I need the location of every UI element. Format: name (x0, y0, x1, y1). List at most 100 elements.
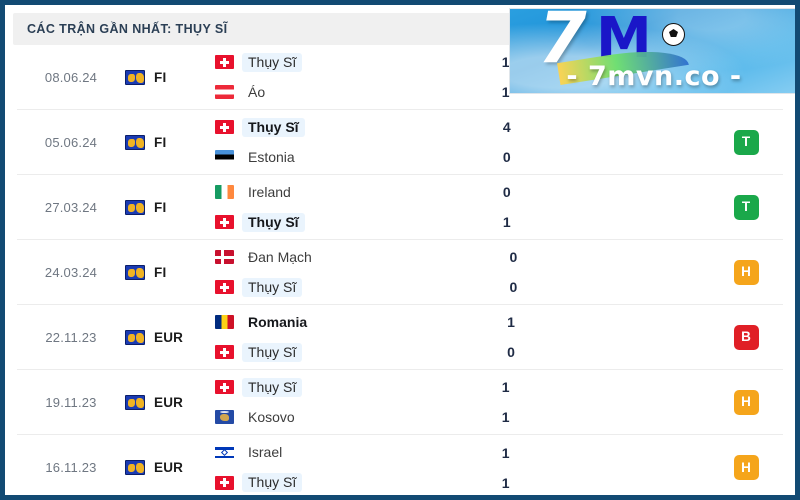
score-cell: 11 (446, 443, 566, 493)
away-team-name: Kosovo (248, 408, 295, 425)
teams-cell: Thụy Sĩ Áo (207, 52, 446, 102)
home-score: 0 (502, 184, 511, 200)
home-team-name: Thụy Sĩ (242, 117, 305, 137)
competition-label: EUR (154, 394, 184, 410)
match-date: 19.11.23 (45, 394, 97, 410)
flag-icon-ee (215, 150, 234, 164)
home-score: 1 (501, 444, 510, 461)
competition-cell[interactable]: EUR (125, 329, 207, 345)
teams-cell: Thụy Sĩ Estonia (207, 117, 447, 167)
home-team[interactable]: Israel (215, 443, 446, 463)
teams-cell: Israel Thụy Sĩ (207, 443, 446, 493)
result-cell: T (709, 194, 783, 220)
away-team-name: Estonia (248, 148, 295, 165)
home-team[interactable]: Ireland (215, 182, 447, 202)
world-map-icon (125, 460, 145, 475)
away-team-name: Thụy Sĩ (242, 473, 303, 492)
competition-label: EUR (154, 329, 184, 345)
home-team[interactable]: Thụy Sĩ (215, 377, 446, 397)
away-team[interactable]: Thụy Sĩ (215, 212, 447, 232)
competition-cell[interactable]: EUR (125, 460, 207, 475)
away-team[interactable]: Áo (215, 82, 446, 102)
world-map-icon (125, 134, 145, 150)
status-badge: H (733, 455, 759, 480)
status-badge: B (733, 324, 759, 350)
flag-icon-ro (215, 315, 234, 329)
match-date: 27.03.24 (44, 199, 98, 215)
score-cell: 00 (453, 247, 573, 297)
flag-icon-ch (215, 120, 234, 134)
teams-cell: Thụy Sĩ Kosovo (207, 377, 446, 427)
world-map-icon (125, 69, 145, 85)
table-row[interactable]: 16.11.23 EUR Israel Thụy Sĩ 1 1 H (17, 435, 783, 495)
home-score: 1 (507, 314, 515, 330)
flag-icon-ch (215, 55, 234, 69)
flag-icon-ch (215, 280, 234, 294)
away-team-name: Áo (248, 83, 266, 100)
competition-label: FI (154, 199, 167, 215)
result-cell: H (709, 389, 783, 415)
world-map-icon (125, 264, 145, 280)
home-team[interactable]: Romania (215, 312, 451, 332)
flag-icon-xk (215, 410, 234, 424)
away-team[interactable]: Thụy Sĩ (215, 277, 453, 297)
away-team[interactable]: Estonia (215, 147, 447, 167)
score-cell: 01 (447, 182, 567, 232)
competition-cell[interactable]: FI (125, 199, 207, 215)
away-team[interactable]: Thụy Sĩ (215, 342, 451, 362)
home-team[interactable]: Đan Mạch (215, 247, 453, 267)
competition-label: FI (154, 69, 167, 85)
competition-cell[interactable]: FI (125, 264, 207, 280)
home-score: 1 (501, 379, 510, 395)
flag-icon-ch (215, 215, 234, 229)
flag-icon-il (215, 445, 234, 460)
away-score: 1 (502, 214, 511, 230)
flag-icon-ch (215, 345, 234, 359)
competition-label: FI (154, 134, 167, 150)
teams-cell: Đan Mạch Thụy Sĩ (207, 247, 453, 297)
panel: CÁC TRẬN GẦN NHẤT: THỤY SĨ 08.06.24 FI Thụ… (5, 5, 795, 495)
away-score: 1 (501, 474, 510, 491)
away-team[interactable]: Thụy Sĩ (215, 473, 446, 493)
table-row[interactable]: 24.03.24 FI Đan Mạch Thụy Sĩ 0 0 H (17, 240, 783, 305)
competition-cell[interactable]: FI (125, 69, 207, 85)
table-row[interactable]: 22.11.23 EUR Romania Thụy Sĩ 1 0 B (17, 305, 783, 370)
score-cell: 11 (446, 377, 566, 427)
home-score: 0 (509, 249, 518, 265)
match-list: 08.06.24FIThụy SĩÁo11H05.06.24FIThụy SĩE… (5, 45, 795, 495)
watermark-url: - 7mvn.co - (566, 61, 742, 92)
flag-icon-at (215, 85, 234, 99)
table-row[interactable]: 05.06.24 FI Thụy Sĩ Estonia 4 0 T (17, 110, 783, 175)
match-date: 05.06.24 (44, 134, 98, 150)
home-team[interactable]: Thụy Sĩ (215, 52, 446, 72)
table-row[interactable]: 19.11.23 EUR Thụy Sĩ Kosovo 1 1 H (17, 370, 783, 435)
flag-icon-ie (215, 185, 234, 199)
match-date: 24.03.24 (44, 264, 98, 280)
home-team-name: Đan Mạch (248, 248, 312, 265)
away-team-name: Thụy Sĩ (242, 342, 303, 362)
recent-matches-widget: CÁC TRẬN GẦN NHẤT: THỤY SĨ 08.06.24 FI Thụ… (0, 0, 800, 500)
table-row[interactable]: 27.03.24 FI Ireland Thụy Sĩ 0 1 T (17, 175, 783, 240)
match-date: 08.06.24 (44, 69, 98, 85)
home-team[interactable]: Thụy Sĩ (215, 117, 447, 137)
away-team-name: Thụy Sĩ (242, 212, 305, 232)
world-map-icon (125, 394, 145, 410)
teams-cell: Romania Thụy Sĩ (207, 312, 451, 362)
result-cell: H (709, 259, 783, 285)
competition-cell[interactable]: FI (125, 134, 207, 150)
away-team[interactable]: Kosovo (215, 407, 446, 427)
home-team-name: Ireland (248, 183, 291, 200)
teams-cell: Ireland Thụy Sĩ (207, 182, 447, 232)
result-cell: T (709, 129, 783, 155)
flag-icon-ch (215, 380, 234, 394)
status-badge: T (733, 129, 759, 155)
status-badge: T (733, 194, 759, 220)
star-shape (220, 448, 229, 457)
competition-cell[interactable]: EUR (125, 394, 207, 410)
score-cell: 10 (451, 312, 571, 362)
home-team-name: Thụy Sĩ (242, 52, 303, 72)
competition-label: FI (154, 264, 167, 280)
world-map-icon (125, 329, 145, 345)
status-badge: H (733, 259, 759, 285)
flag-icon-ch (215, 475, 234, 490)
